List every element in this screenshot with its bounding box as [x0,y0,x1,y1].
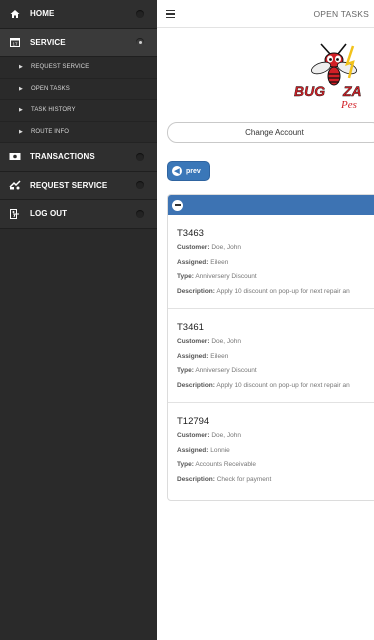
submenu-item-task-history[interactable]: ▶ TASK HISTORY [0,100,157,122]
prev-button-label: prev [186,167,201,175]
radio-indicator [136,181,144,190]
caret-right-icon: ▶ [19,107,23,114]
sidebar-item-home[interactable]: HOME [0,0,157,29]
arrow-left-icon: ◀ [172,166,182,176]
caret-right-icon: ▶ [19,128,23,135]
prev-button[interactable]: ◀ prev [167,161,210,181]
task-type: Type: Anniversery Discount [177,367,257,374]
service-submenu: ▶ REQUEST SERVICE ▶ OPEN TASKS ▶ TASK HI… [0,57,157,143]
task-item[interactable]: T3461 Customer: Doe, John Assigned: Eile… [168,309,374,403]
logo-text-za: ZA [342,83,362,99]
company-logo: BUG ZA Pes [294,43,362,110]
radio-indicator [136,209,144,218]
radio-indicator [136,38,144,47]
submenu-item-label: REQUEST SERVICE [31,64,90,71]
sidebar-item-label: HOME [30,9,55,19]
task-item[interactable]: T3463 Customer: Doe, John Assigned: Eile… [168,215,374,309]
collapse-icon[interactable] [172,199,183,211]
change-account-button[interactable]: Change Account [167,122,374,143]
sidebar-item-label: SERVICE [30,37,66,47]
task-item[interactable]: T12794 Customer: Doe, John Assigned: Lon… [168,403,374,497]
money-icon [0,152,30,161]
calendar-icon: 17 [0,37,30,48]
sidebar-item-label: TRANSACTIONS [30,152,95,162]
task-description: Description: Apply 10 discount on pop-up… [177,287,350,295]
sidebar: HOME 17 SERVICE ▶ REQUEST SERVICE ▶ OPEN… [0,0,157,640]
task-id: T3463 [177,228,204,239]
submenu-item-label: TASK HISTORY [31,107,76,114]
submenu-item-label: ROUTE INFO [31,128,69,135]
svg-text:17: 17 [12,42,18,47]
submenu-item-request-service[interactable]: ▶ REQUEST SERVICE [0,57,157,79]
sidebar-item-label: LOG OUT [30,209,68,219]
sidebar-item-service[interactable]: 17 SERVICE [0,28,157,57]
task-assigned: Assigned: Eileen [177,352,229,360]
radio-indicator [136,9,144,18]
task-id: T12794 [177,416,210,427]
submenu-item-label: OPEN TASKS [31,85,70,92]
submenu-item-route-info[interactable]: ▶ ROUTE INFO [0,122,157,143]
sidebar-item-request-service[interactable]: REQUEST SERVICE [0,171,157,200]
sidebar-item-log-out[interactable]: LOG OUT [0,200,157,229]
task-assigned: Assigned: Lonnie [177,446,230,454]
main-content: OPEN TASKS BUG ZA Pes Change Account ◀ p… [157,0,374,640]
sidebar-item-transactions[interactable]: TRANSACTIONS [0,143,157,172]
home-icon [0,9,30,19]
task-description: Description: Apply 10 discount on pop-up… [177,381,350,389]
logout-icon [0,208,30,219]
caret-right-icon: ▶ [19,85,23,92]
task-type: Type: Accounts Receivable [177,461,257,468]
caret-right-icon: ▶ [19,64,23,71]
radio-indicator [136,152,144,161]
submenu-item-open-tasks[interactable]: ▶ OPEN TASKS [0,79,157,100]
task-assigned: Assigned: Eileen [177,258,229,266]
top-bar: OPEN TASKS [157,0,374,28]
task-customer: Customer: Doe, John [177,432,241,439]
task-customer: Customer: Doe, John [177,338,241,345]
task-customer: Customer: Doe, John [177,244,241,251]
task-description: Description: Check for payment [177,475,272,483]
panel-header [168,195,374,215]
task-id: T3461 [177,322,204,333]
task-type: Type: Anniversery Discount [177,273,257,280]
logo-text-bug: BUG [294,83,325,99]
task-panel: T3463 Customer: Doe, John Assigned: Eile… [167,194,374,501]
hamburger-menu-icon[interactable] [166,10,175,18]
logo-text-pes: Pes [340,99,357,110]
page-title: OPEN TASKS [313,9,369,19]
truck-icon [0,180,30,190]
sidebar-item-label: REQUEST SERVICE [30,180,108,190]
